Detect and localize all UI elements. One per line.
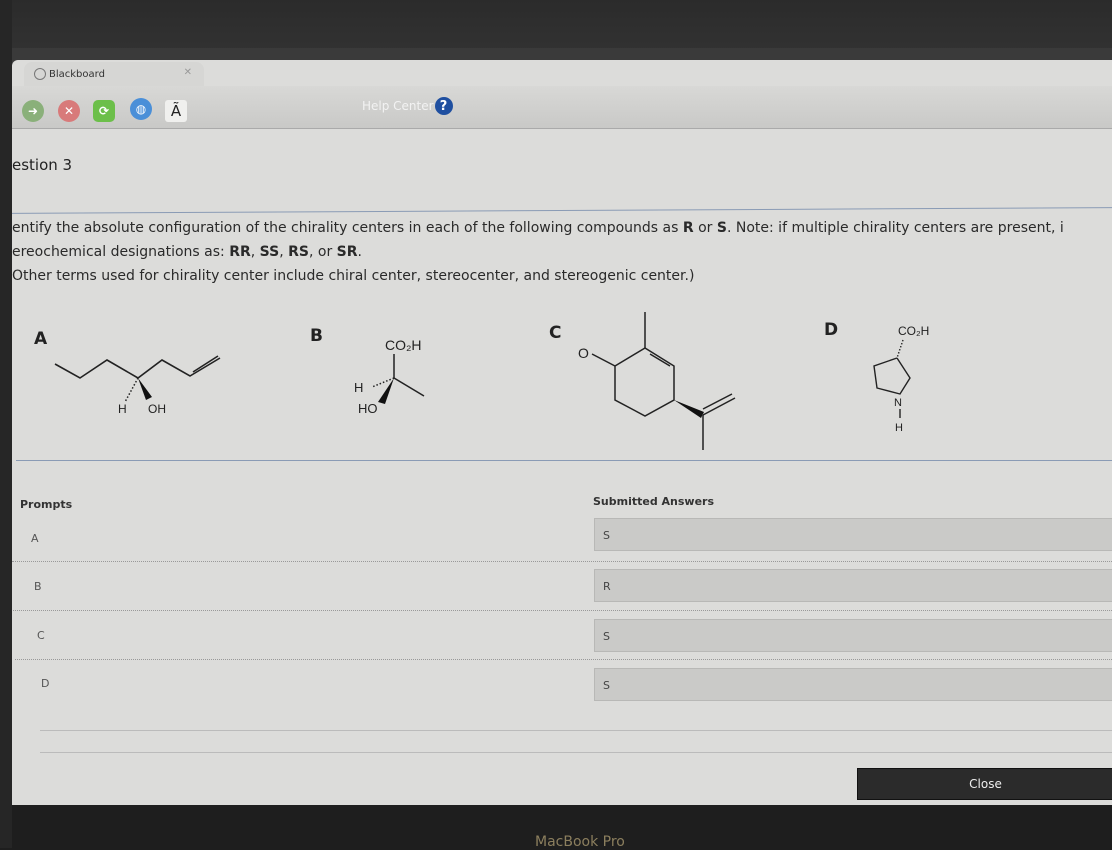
divider bbox=[40, 752, 1112, 753]
atom-ho: HO bbox=[358, 401, 378, 416]
atom-oh: OH bbox=[148, 402, 166, 416]
prompt-a: A bbox=[31, 532, 39, 545]
tab-title: Blackboard bbox=[49, 68, 105, 80]
row-divider bbox=[13, 610, 1112, 611]
screen-edge bbox=[0, 0, 12, 848]
instruction-line-2: ereochemical designations as: RR, SS, RS… bbox=[12, 244, 362, 260]
molecule-a-label: A bbox=[34, 329, 48, 349]
atom-co2h: CO₂H bbox=[898, 324, 929, 338]
prompts-header: Prompts bbox=[20, 498, 73, 511]
tab-blackboard[interactable]: Blackboard ✕ bbox=[24, 62, 204, 86]
text-size-icon[interactable]: Ã bbox=[165, 100, 187, 122]
globe-icon[interactable]: ◍ bbox=[130, 98, 152, 120]
prompt-d: D bbox=[41, 677, 50, 690]
help-center-link[interactable]: Help Center ? bbox=[362, 97, 453, 115]
prompt-b: B bbox=[34, 580, 42, 593]
row-divider bbox=[15, 659, 1112, 660]
molecule-a-structure: H OH bbox=[54, 355, 221, 416]
molecule-d-label: D bbox=[824, 320, 839, 340]
tab-close-icon[interactable]: ✕ bbox=[184, 67, 192, 78]
atom-h: H bbox=[895, 422, 903, 434]
molecule-b-label: B bbox=[310, 326, 323, 346]
atom-n: N bbox=[894, 397, 902, 409]
atom-co2h: CO₂H bbox=[385, 337, 422, 353]
arrow-right-icon[interactable]: ➜ bbox=[22, 100, 44, 122]
question-instructions: entify the absolute configuration of the… bbox=[12, 216, 1064, 288]
divider bbox=[16, 460, 1112, 461]
molecule-d-structure: CO₂H N H bbox=[873, 324, 929, 434]
answer-a: S bbox=[594, 518, 1112, 551]
site-icon bbox=[34, 68, 46, 80]
row-divider bbox=[12, 561, 1112, 562]
question-title: estion 3 bbox=[12, 156, 73, 174]
answer-d: S bbox=[594, 668, 1112, 701]
submitted-answers-header: Submitted Answers bbox=[593, 495, 715, 508]
divider bbox=[40, 730, 1112, 731]
stop-x-icon[interactable]: ✕ bbox=[58, 100, 80, 122]
help-center-label: Help Center bbox=[362, 99, 434, 113]
atom-o: O bbox=[578, 345, 589, 361]
close-button[interactable]: Close bbox=[857, 768, 1112, 800]
refresh-icon[interactable]: ⟳ bbox=[93, 100, 115, 122]
atom-h: H bbox=[118, 402, 127, 416]
instruction-line-1: entify the absolute configuration of the… bbox=[12, 220, 1064, 236]
molecule-b-structure: CO₂H H HO bbox=[354, 337, 425, 416]
question-mark-icon: ? bbox=[434, 97, 453, 115]
atom-h: H bbox=[354, 380, 363, 395]
molecule-c-label: C bbox=[549, 323, 562, 343]
answer-c: S bbox=[594, 619, 1112, 652]
answer-b: R bbox=[594, 569, 1112, 602]
molecule-c-structure: O bbox=[578, 312, 736, 450]
prompt-c: C bbox=[37, 629, 45, 642]
instruction-line-3: Other terms used for chirality center in… bbox=[12, 268, 695, 284]
